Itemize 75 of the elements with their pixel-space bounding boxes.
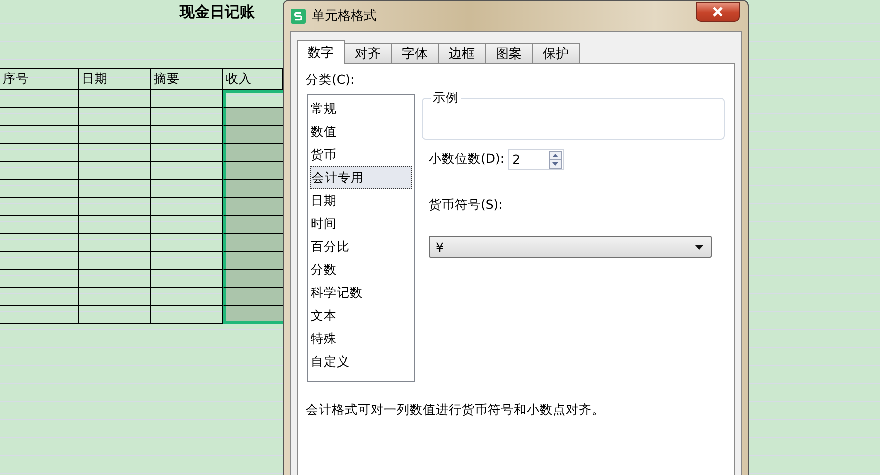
table-cell[interactable] <box>0 288 79 306</box>
app-icon <box>291 8 306 24</box>
tab[interactable]: 图案 <box>485 43 533 63</box>
decimal-places-label: 小数位数(D): <box>429 151 505 168</box>
tab[interactable]: 数字 <box>297 40 345 64</box>
table-cell[interactable] <box>151 90 223 108</box>
table-cell[interactable] <box>79 126 151 144</box>
category-list[interactable]: 常规 数值 货币 会计专用 日期 时间 百分比 分数 科学记数 文本 特殊 自定义 <box>307 94 415 382</box>
category-item[interactable]: 百分比 <box>310 235 412 258</box>
category-item[interactable]: 科学记数 <box>310 281 412 304</box>
table-cell[interactable] <box>0 108 79 126</box>
table-cell[interactable] <box>0 270 79 288</box>
table-cell[interactable] <box>0 144 79 162</box>
table-cell[interactable] <box>79 180 151 198</box>
table-cell[interactable] <box>223 108 283 126</box>
category-item[interactable]: 常规 <box>310 97 412 120</box>
table-cell[interactable] <box>79 144 151 162</box>
table-cell[interactable] <box>79 252 151 270</box>
category-item[interactable]: 特殊 <box>310 327 412 350</box>
table-cell[interactable] <box>0 180 79 198</box>
table-cell[interactable] <box>223 270 283 288</box>
sheet-title: 现金日记账 <box>180 2 255 22</box>
table-cell[interactable] <box>79 216 151 234</box>
category-item[interactable]: 分数 <box>310 258 412 281</box>
table-cell[interactable] <box>223 144 283 162</box>
column-header[interactable]: 序号 <box>0 68 79 90</box>
table-cell[interactable] <box>0 306 79 324</box>
table-cell[interactable] <box>223 180 283 198</box>
table-cell[interactable] <box>79 306 151 324</box>
currency-dropdown[interactable]: ¥ <box>429 236 712 258</box>
table-cell[interactable] <box>0 234 79 252</box>
table-cell[interactable] <box>223 126 283 144</box>
currency-label: 货币符号(S): <box>428 197 504 214</box>
category-label: 分类(C): <box>306 72 356 89</box>
table-cell[interactable] <box>0 162 79 180</box>
tab[interactable]: 对齐 <box>344 43 392 63</box>
table-cell[interactable] <box>223 162 283 180</box>
table-cell[interactable] <box>79 234 151 252</box>
table-cell[interactable] <box>223 198 283 216</box>
category-item[interactable]: 自定义 <box>310 350 412 373</box>
tab[interactable]: 字体 <box>391 43 439 63</box>
category-item[interactable]: 日期 <box>310 189 412 212</box>
table-cell[interactable] <box>223 306 283 324</box>
close-icon <box>712 7 724 17</box>
table-cell[interactable] <box>0 90 79 108</box>
sample-label: 示例 <box>431 90 461 106</box>
description-text: 会计格式可对一列数值进行货币符号和小数点对齐。 <box>306 402 606 419</box>
table-cell[interactable] <box>79 270 151 288</box>
category-item[interactable]: 时间 <box>310 212 412 235</box>
table-cell[interactable] <box>0 126 79 144</box>
table-cell[interactable] <box>79 162 151 180</box>
table-cell[interactable] <box>223 234 283 252</box>
table-cell[interactable] <box>223 288 283 306</box>
table-cell[interactable] <box>0 198 79 216</box>
category-item[interactable]: 货币 <box>310 143 412 166</box>
table-cell[interactable] <box>79 198 151 216</box>
table-cell[interactable] <box>79 90 151 108</box>
column-header[interactable]: 日期 <box>79 68 151 90</box>
dialog-title: 单元格格式 <box>312 8 377 25</box>
decimal-places-field[interactable]: 2 <box>508 149 564 170</box>
table-cell[interactable] <box>0 252 79 270</box>
table-cell[interactable] <box>0 216 79 234</box>
close-button[interactable] <box>696 2 740 22</box>
category-item[interactable]: 数值 <box>310 120 412 143</box>
column-header[interactable]: 摘要 <box>151 68 223 90</box>
category-item[interactable]: 会计专用 <box>310 166 412 189</box>
spin-arrows-icon[interactable] <box>548 150 562 168</box>
table-cell[interactable] <box>223 216 283 234</box>
tab[interactable]: 边框 <box>438 43 486 63</box>
caret-icon <box>695 244 704 250</box>
table-cell[interactable] <box>79 108 151 126</box>
tab[interactable]: 保护 <box>532 43 580 63</box>
table-cell[interactable] <box>223 252 283 270</box>
table-cell[interactable] <box>79 288 151 306</box>
category-item[interactable]: 文本 <box>310 304 412 327</box>
